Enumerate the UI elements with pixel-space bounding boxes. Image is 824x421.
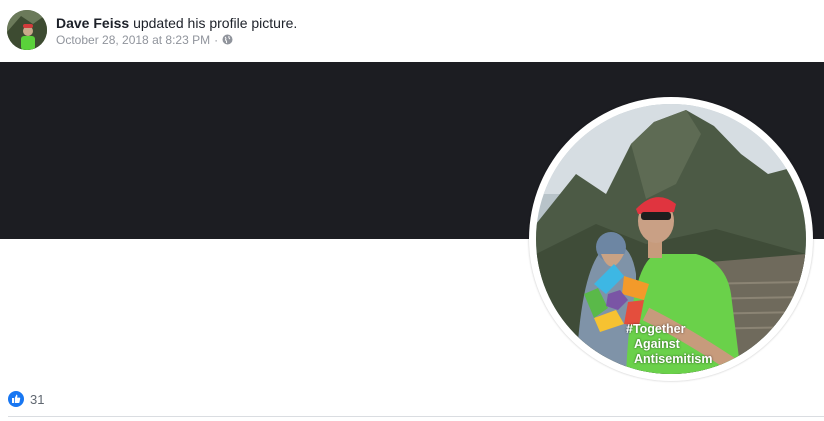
- profile-picture-ring[interactable]: #Together Against Antisemitism: [529, 97, 813, 381]
- like-count[interactable]: 31: [30, 392, 44, 407]
- post-meta: October 28, 2018 at 8:23 PM ·: [56, 33, 233, 47]
- frame-line-3: Antisemitism: [634, 352, 713, 366]
- frame-line-1: #Together: [626, 322, 686, 336]
- profile-picture[interactable]: #Together Against Antisemitism: [536, 104, 806, 374]
- post-action-text: updated his profile picture.: [133, 15, 298, 31]
- author-name-link[interactable]: Dave Feiss: [56, 15, 129, 31]
- like-icon: [8, 391, 24, 407]
- post-author-line: Dave Feiss updated his profile picture.: [56, 15, 297, 31]
- author-avatar[interactable]: [7, 10, 47, 50]
- post-header: Dave Feiss updated his profile picture. …: [0, 0, 824, 62]
- divider: [8, 416, 824, 417]
- post-timestamp-link[interactable]: October 28, 2018 at 8:23 PM: [56, 33, 210, 47]
- frame-overlay-text: #Together Against Antisemitism: [626, 322, 713, 367]
- globe-icon[interactable]: [222, 34, 233, 45]
- frame-line-2: Against: [634, 337, 680, 351]
- meta-separator: ·: [214, 33, 219, 47]
